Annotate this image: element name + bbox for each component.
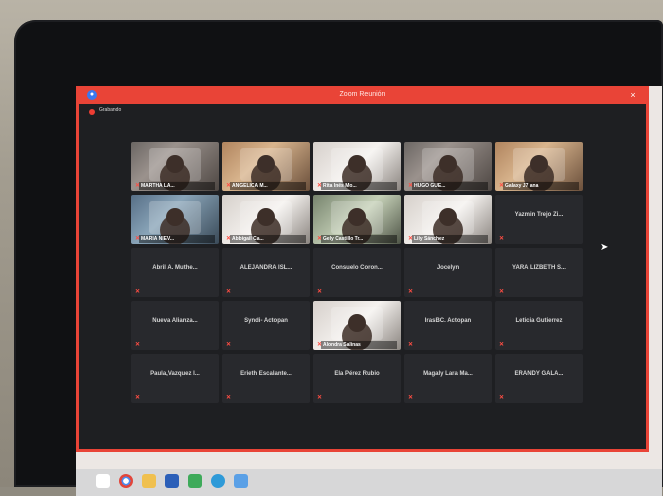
muted-microphone-icon: ✕ [135,395,141,401]
participant-name: YARA LIZBETH S... [512,265,566,271]
muted-microphone-icon: ✕ [408,342,414,348]
participant-tile[interactable]: ✕ Consuelo Coron... [313,248,401,297]
meeting-content: Grabando ✕ MARTHA LA... ✕ ANGELICA M... ✕ Rit… [79,104,646,449]
participant-name: Leticia Gutierrez [515,318,563,324]
participant-name: Gely Castillo Tr... [321,235,397,243]
start-icon[interactable] [96,474,110,488]
muted-microphone-icon: ✕ [408,289,414,295]
participant-tile[interactable]: ✕ YARA LIZBETH S... [495,248,583,297]
participant-name: Rita Inés Mo... [321,182,397,190]
participant-tile[interactable]: ✕ MARTHA LA... [131,142,219,191]
participant-name: MARIA NIEV... [139,235,215,243]
participant-name: MARTHA LA... [139,182,215,190]
participant-tile[interactable]: ✕ Erieth Escalante... [222,354,310,403]
folder-icon[interactable] [142,474,156,488]
participant-tile[interactable]: ✕ IrasBC. Actopan [404,301,492,350]
participant-video [257,208,275,226]
recording-bar: Grabando [79,104,646,120]
participant-name: Erieth Escalante... [240,371,292,377]
word-icon[interactable] [165,474,179,488]
participant-name: ALEJANDRA ISL... [239,265,293,271]
participant-tile[interactable]: ✕ HUGO GUE... [404,142,492,191]
participant-video [530,155,548,173]
participant-tile[interactable]: ✕ Yazmin Trejo Zi... [495,195,583,244]
muted-microphone-icon: ✕ [135,289,141,295]
muted-microphone-icon: ✕ [135,342,141,348]
participant-name: HUGO GUE... [412,182,488,190]
edge-icon[interactable] [211,474,225,488]
participant-tile[interactable]: ✕ Ela Pérez Rubio [313,354,401,403]
participant-name: Yazmin Trejo Zi... [514,212,564,218]
muted-microphone-icon: ✕ [317,395,323,401]
participant-video [348,208,366,226]
participant-tile[interactable]: ✕ Rita Inés Mo... [313,142,401,191]
participant-tile[interactable]: ✕ Alondra Salinas [313,301,401,350]
muted-microphone-icon: ✕ [226,289,232,295]
participant-name: IrasBC. Actopan [424,318,472,324]
window-title: Zoom Reunión [339,91,386,98]
participant-tile[interactable]: ✕ Gely Castillo Tr... [313,195,401,244]
recording-label: Grabando [99,107,122,113]
zoom-app-icon: ● [87,90,97,100]
muted-microphone-icon: ✕ [499,236,505,242]
participant-name: Alondra Salinas [321,341,397,349]
participant-name: ERANDY GALA... [514,371,564,377]
participants-grid: ✕ MARTHA LA... ✕ ANGELICA M... ✕ Rita Inés Mo… [131,142,583,406]
taskbar [76,469,662,496]
zoom-window: ● Zoom Reunión × Grabando ✕ MARTHA LA... ✕… [76,86,649,452]
participant-name: Lily Sánchez [412,235,488,243]
participant-tile[interactable]: ✕ MARIA NIEV... [131,195,219,244]
muted-microphone-icon: ✕ [226,342,232,348]
participant-tile[interactable]: ✕ Leticia Gutierrez [495,301,583,350]
participant-tile[interactable]: ✕ Galaxy J7 ana [495,142,583,191]
participant-name: Paula,Vazquez I... [150,371,200,377]
participant-tile[interactable]: ✕ Nueva Alianza... [131,301,219,350]
participant-video [166,155,184,173]
participant-tile[interactable]: ✕ ALEJANDRA ISL... [222,248,310,297]
participant-name: Consuelo Coron... [331,265,383,271]
participant-tile[interactable]: ✕ Syndi- Actopan [222,301,310,350]
mouse-cursor: ➤ [600,242,609,253]
participant-tile[interactable]: ✕ ANGELICA M... [222,142,310,191]
participant-name: Syndi- Actopan [244,318,288,324]
participant-video [348,155,366,173]
participant-name: ANGELICA M... [230,182,306,190]
participant-name: Galaxy J7 ana [503,182,579,190]
muted-microphone-icon: ✕ [408,395,414,401]
participant-video [166,208,184,226]
participant-name: Ela Pérez Rubio [334,371,380,377]
participant-tile[interactable]: ✕ Jocelyn [404,248,492,297]
store-icon[interactable] [188,474,202,488]
participant-name: Abril A. Muthe... [152,265,198,271]
muted-microphone-icon: ✕ [499,342,505,348]
window-titlebar: ● Zoom Reunión × [79,86,646,104]
participant-video [257,155,275,173]
muted-microphone-icon: ✕ [499,289,505,295]
monitor: ● Zoom Reunión × Grabando ✕ MARTHA LA... ✕… [14,20,663,496]
participant-tile[interactable]: ✕ Abril A. Muthe... [131,248,219,297]
participant-video [439,155,457,173]
participant-name: Abbigail Ca... [230,235,306,243]
participant-name: Jocelyn [436,265,460,271]
participant-tile[interactable]: ✕ Paula,Vazquez I... [131,354,219,403]
participant-tile[interactable]: ✕ Lily Sánchez [404,195,492,244]
participant-tile[interactable]: ✕ ERANDY GALA... [495,354,583,403]
muted-microphone-icon: ✕ [226,395,232,401]
participant-name: Nueva Alianza... [152,318,198,324]
participant-name: Magaly Lara Ma... [423,371,473,377]
recording-icon [89,109,95,115]
screen: ● Zoom Reunión × Grabando ✕ MARTHA LA... ✕… [76,86,662,496]
close-button[interactable]: × [626,90,640,100]
participant-video [439,208,457,226]
muted-microphone-icon: ✕ [499,395,505,401]
chrome-icon[interactable] [119,474,133,488]
participant-tile[interactable]: ✕ Abbigail Ca... [222,195,310,244]
participant-video [348,314,366,332]
muted-microphone-icon: ✕ [317,289,323,295]
participant-tile[interactable]: ✕ Magaly Lara Ma... [404,354,492,403]
zoom-icon[interactable] [234,474,248,488]
